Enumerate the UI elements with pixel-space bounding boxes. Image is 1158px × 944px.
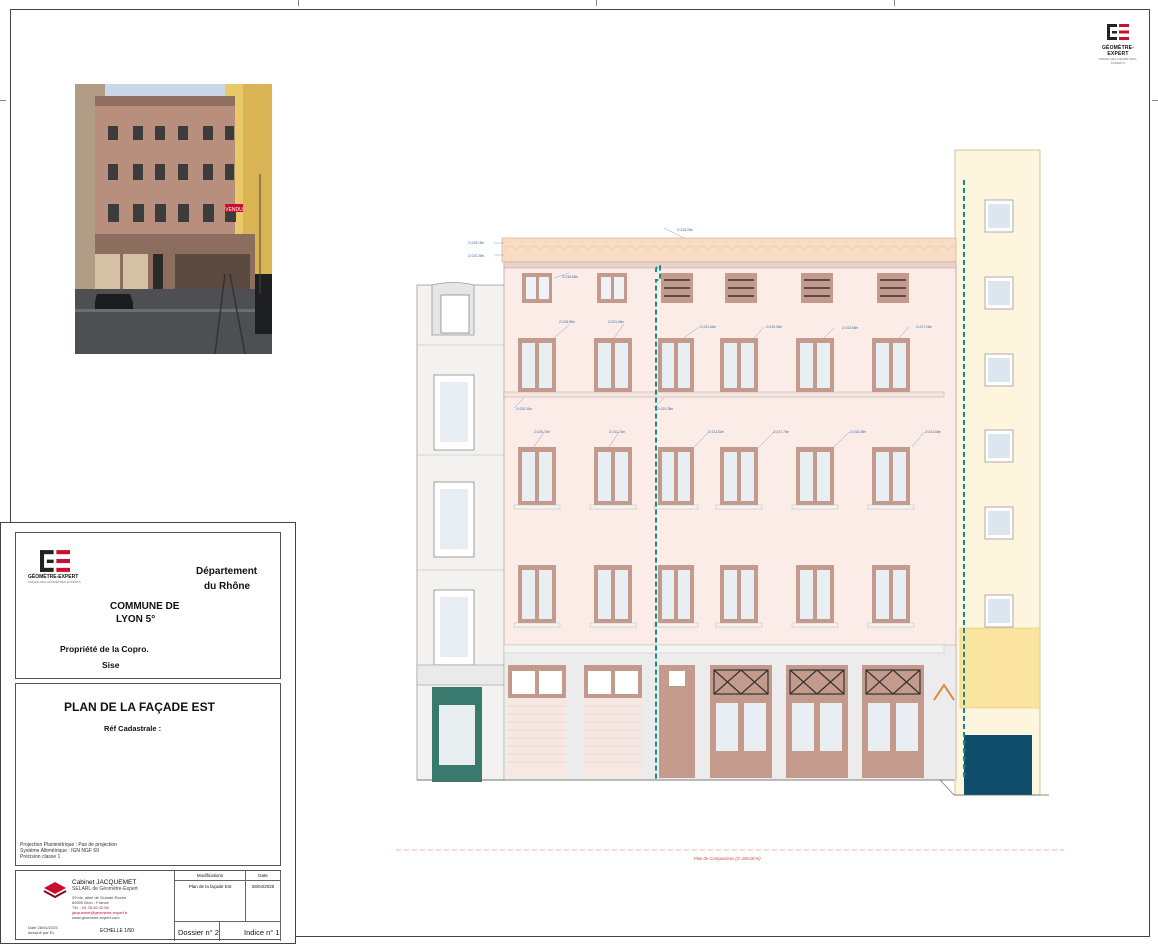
elevation-label: Z=218.82m <box>562 275 579 279</box>
logo-caption: GÉOMÈTRE-EXPERT <box>1101 45 1135 57</box>
registration-mark <box>1152 100 1158 101</box>
scale-label: ECHELLE 1/50 <box>100 928 134 934</box>
commune-line2: LYON 5° <box>116 614 156 625</box>
elevation-label: Z=220.70m <box>534 430 551 434</box>
elevation-label: Z=217.70m <box>773 430 790 434</box>
date-header: Date <box>258 873 268 878</box>
elevation-label: Z=212.73m <box>609 430 626 434</box>
modifications-header: Modifications <box>196 873 224 878</box>
elevation-label: Z=218.35m <box>850 430 867 434</box>
modifications-cell: Plan de la façade Est <box>174 880 246 922</box>
modification-entry: Plan de la façade Est <box>188 884 232 889</box>
registration-mark <box>894 0 895 6</box>
commune-line1: COMMUNE DE <box>110 601 180 612</box>
elevation-label: Z=221.06m <box>608 320 625 324</box>
elevation-label: Z=219.28m <box>657 407 674 411</box>
elevation-label: Z=213.68m <box>925 430 942 434</box>
cabinet-name: Cabinet JACQUEMET <box>72 879 137 886</box>
date-cell: 28/04/2025 <box>245 880 281 922</box>
address-line: www.geometre-expert.com <box>72 915 120 920</box>
title-block-header: GÉOMÈTRE-EXPERT ORDRE DES GÉOMÈTRES-EXPE… <box>15 532 281 679</box>
elevation-label: Z=220.39m <box>468 254 485 258</box>
registration-mark <box>298 0 299 6</box>
elevation-label: Z=219.39m <box>766 325 783 329</box>
projection-info: Projection Planimétrique : Pas de projec… <box>20 842 117 860</box>
indice-cell: Indice n° 1 <box>219 921 281 941</box>
facade-elevation-drawing: Z=225.18m Z=220.39m Z=218.25m Z=218.82m … <box>394 140 1074 880</box>
date-drawn: Date 28/04/2025 dessiné par EL <box>28 925 58 935</box>
projection-line: Précision classe 1 <box>20 854 61 860</box>
indice-number: Indice n° 1 <box>244 928 280 937</box>
dossier-number: Dossier n° 2 <box>178 928 219 937</box>
ge-logo-icon <box>1107 24 1129 40</box>
department-line1: Département <box>196 566 258 577</box>
registration-mark <box>596 0 597 6</box>
plan-title-box: PLAN DE LA FAÇADE EST Réf Cadastrale : P… <box>15 683 281 866</box>
plan-title: PLAN DE LA FAÇADE EST <box>64 700 215 714</box>
cabinet-subtitle: SELARL de Géomètre-Expert <box>72 886 138 892</box>
ref-cadastrale: Réf Cadastrale : <box>104 724 162 733</box>
property-sise: Sise <box>102 660 120 670</box>
geometre-expert-logo-top: GÉOMÈTRE-EXPERT ORDRE DES GÉOMÈTRES-EXPE… <box>1093 24 1143 65</box>
photo-sign-text: VENDU <box>225 207 243 213</box>
cabinet-address: 29 bis, allée de Grande-Roche 69500 Bron… <box>72 895 127 920</box>
department-line2: du Rhône <box>204 581 251 592</box>
registration-mark <box>0 100 6 101</box>
elevation-label: Z=218.89m <box>559 320 576 324</box>
building-photo: VENDU <box>75 84 272 354</box>
title-block: GÉOMÈTRE-EXPERT ORDRE DES GÉOMÈTRES-EXPE… <box>0 522 296 944</box>
elevation-label: Z=220.01m <box>516 407 533 411</box>
logo-subcaption: ORDRE DES GÉOMÈTRES-EXPERTS <box>1098 57 1138 65</box>
dossier-cell: Dossier n° 2 <box>174 921 220 941</box>
elevation-label: Z=221.64m <box>700 325 717 329</box>
ge-logo-icon <box>40 550 70 572</box>
comparison-plane-label: Plan de Comparaison (Z=166.00 m) <box>694 856 761 861</box>
elevation-label: Z=225.18m <box>468 241 485 245</box>
cabinet-logo-icon <box>43 882 67 898</box>
date-entry: 28/04/2025 <box>251 884 275 889</box>
logo-subcaption: ORDRE DES GÉOMÈTRES-EXPERTS <box>28 580 81 584</box>
drawn-by: dessiné par EL <box>28 930 55 935</box>
elevation-label: Z=218.25m <box>677 228 694 232</box>
cabinet-block: Cabinet JACQUEMET SELARL de Géomètre-Exp… <box>15 870 281 941</box>
elevation-label: Z=222.53m <box>842 326 859 330</box>
elevation-label: Z=217.16m <box>916 325 933 329</box>
property-owner: Propriété de la Copro. <box>60 644 149 654</box>
elevation-label: Z=213.52m <box>708 430 725 434</box>
